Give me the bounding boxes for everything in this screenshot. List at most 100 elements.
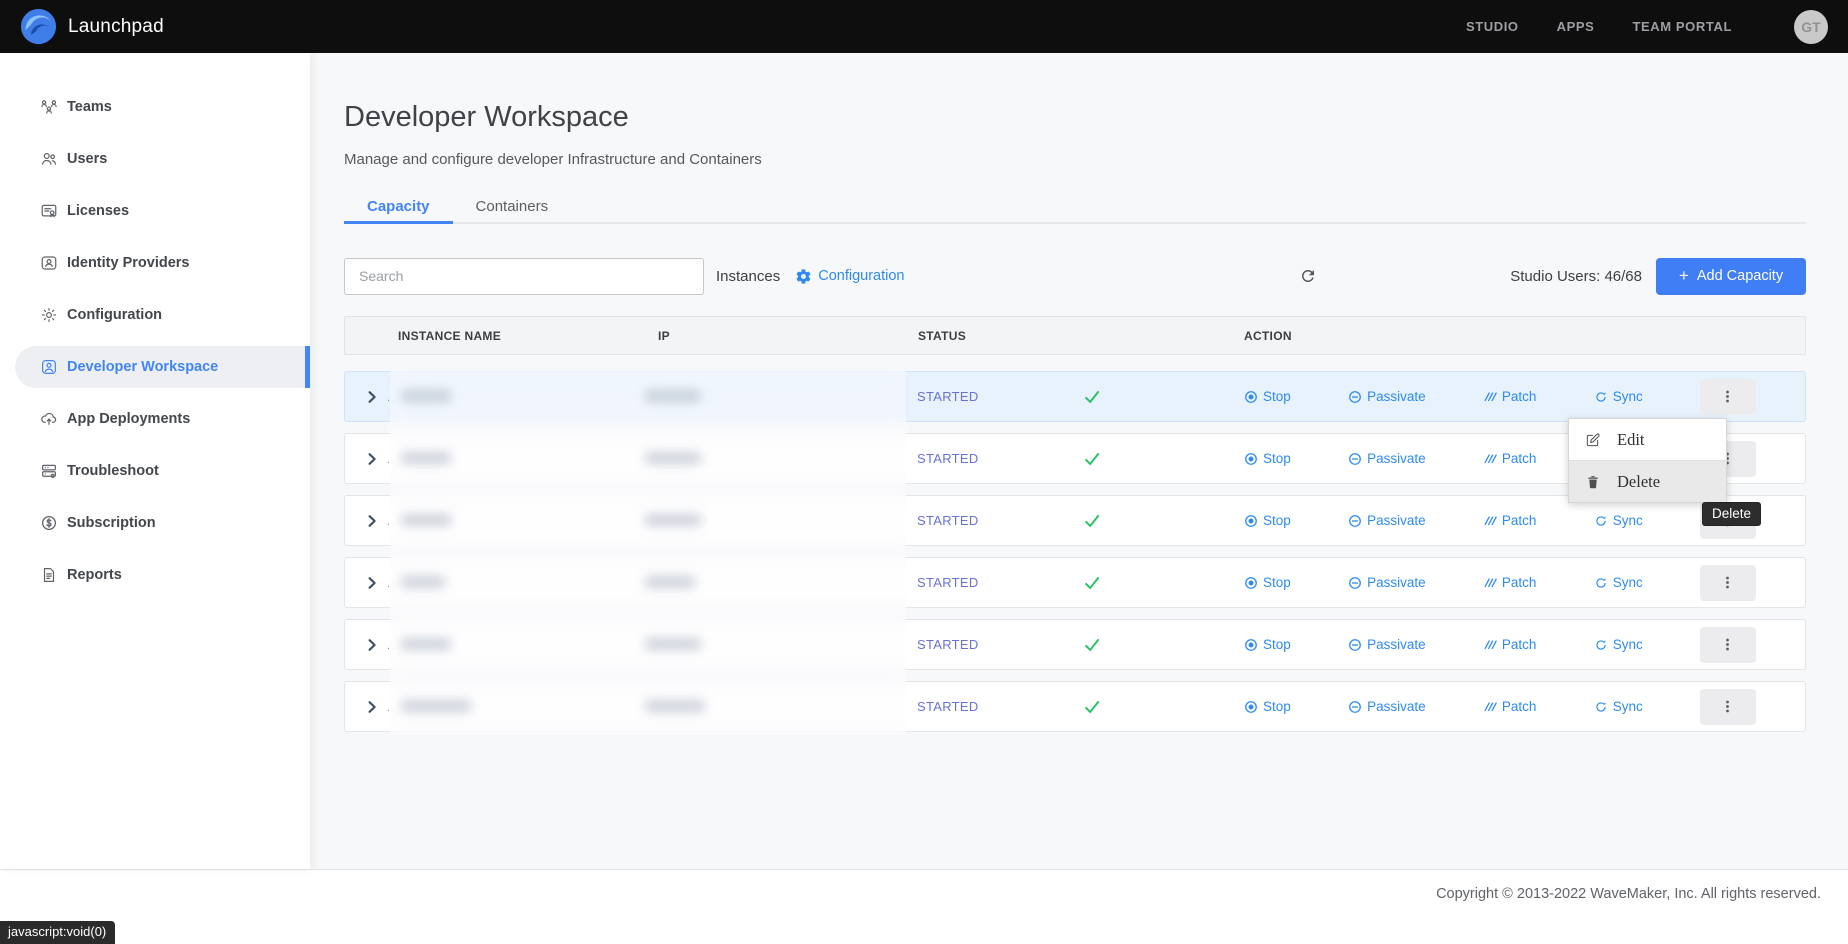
success-check-icon (1083, 698, 1101, 716)
passivate-icon (1348, 576, 1362, 590)
stop-icon (1244, 700, 1258, 714)
licenses-icon (40, 202, 58, 220)
passivate-action[interactable]: Passivate (1348, 699, 1426, 714)
passivate-action[interactable]: Passivate (1348, 389, 1426, 404)
passivate-icon (1348, 700, 1362, 714)
expand-chevron-icon[interactable] (365, 514, 379, 528)
search-input[interactable] (344, 258, 704, 295)
status-text: STARTED (917, 389, 1083, 404)
patch-icon (1483, 638, 1497, 652)
sidebar-item-troubleshoot[interactable]: Troubleshoot (0, 445, 310, 497)
kebab-icon (1720, 389, 1735, 404)
sync-action[interactable]: Sync (1594, 513, 1643, 528)
sidebar-item-subscription[interactable]: Subscription (0, 497, 310, 549)
tab-containers[interactable]: Containers (453, 190, 572, 222)
patch-action[interactable]: Patch (1483, 575, 1537, 590)
stop-action[interactable]: Stop (1244, 575, 1291, 590)
kebab-menu-button[interactable] (1700, 379, 1756, 415)
patch-icon (1483, 452, 1497, 466)
table-row[interactable]: .. STARTED Stop Passivate Patch Sync (344, 557, 1806, 608)
user-avatar[interactable]: GT (1794, 10, 1828, 44)
redacted-instance-name: .. (387, 516, 397, 528)
sync-action[interactable]: Sync (1594, 575, 1643, 590)
patch-action[interactable]: Patch (1483, 451, 1537, 466)
passivate-icon (1348, 390, 1362, 404)
table-row[interactable]: .. STARTED Stop Passivate Patch Sync (344, 619, 1806, 670)
passivate-action[interactable]: Passivate (1348, 513, 1426, 528)
col-instance-name: INSTANCE NAME (387, 329, 647, 343)
sidebar-item-app-deployments[interactable]: App Deployments (0, 393, 310, 445)
delete-tooltip: Delete (1702, 502, 1761, 526)
stop-action[interactable]: Stop (1244, 389, 1291, 404)
instances-toolbar: Instances Configuration Studio Users: 46… (344, 257, 1806, 295)
refresh-icon (1299, 267, 1317, 285)
sidebar-item-teams[interactable]: Teams (0, 81, 310, 133)
passivate-action[interactable]: Passivate (1348, 451, 1426, 466)
kebab-icon (1720, 637, 1735, 652)
nav-studio-link[interactable]: STUDIO (1466, 19, 1519, 34)
redacted-instance-name: .. (387, 392, 397, 404)
status-text: STARTED (917, 451, 1083, 466)
sync-action[interactable]: Sync (1594, 699, 1643, 714)
stop-action[interactable]: Stop (1244, 699, 1291, 714)
sidebar-item-reports[interactable]: Reports (0, 549, 310, 601)
stop-icon (1244, 576, 1258, 590)
expand-chevron-icon[interactable] (365, 576, 379, 590)
patch-action[interactable]: Patch (1483, 513, 1537, 528)
top-bar: Launchpad STUDIO APPS TEAM PORTAL GT (0, 0, 1848, 53)
sidebar-item-developer-workspace[interactable]: Developer Workspace (0, 341, 310, 393)
table-row[interactable]: .. STARTED Stop Passivate Patch Sync (344, 371, 1806, 422)
stop-action[interactable]: Stop (1244, 513, 1291, 528)
stop-icon (1244, 390, 1258, 404)
configuration-icon (40, 306, 58, 324)
passivate-action[interactable]: Passivate (1348, 637, 1426, 652)
sidebar-item-users[interactable]: Users (0, 133, 310, 185)
page-title: Developer Workspace (344, 101, 629, 134)
identity-providers-icon (40, 254, 58, 272)
sync-action[interactable]: Sync (1594, 389, 1643, 404)
menu-item-delete[interactable]: Delete (1569, 460, 1726, 502)
expand-chevron-icon[interactable] (365, 390, 379, 404)
configuration-link[interactable]: Configuration (795, 268, 904, 285)
sidebar-item-configuration[interactable]: Configuration (0, 289, 310, 341)
kebab-menu-button[interactable] (1700, 689, 1756, 725)
passivate-action[interactable]: Passivate (1348, 575, 1426, 590)
patch-action[interactable]: Patch (1483, 637, 1537, 652)
redacted-instance-name: .. (387, 640, 397, 652)
stop-action[interactable]: Stop (1244, 451, 1291, 466)
nav-team-portal-link[interactable]: TEAM PORTAL (1632, 19, 1732, 34)
success-check-icon (1083, 450, 1101, 468)
expand-chevron-icon[interactable] (365, 700, 379, 714)
add-capacity-button[interactable]: + Add Capacity (1656, 258, 1806, 295)
tab-capacity[interactable]: Capacity (344, 190, 453, 222)
patch-icon (1483, 576, 1497, 590)
col-action: ACTION (1233, 329, 1805, 343)
patch-icon (1483, 514, 1497, 528)
success-check-icon (1083, 574, 1101, 592)
expand-chevron-icon[interactable] (365, 638, 379, 652)
developer-workspace-icon (40, 358, 58, 376)
brand[interactable]: Launchpad (20, 8, 164, 45)
kebab-menu-button[interactable] (1700, 565, 1756, 601)
users-icon (40, 150, 58, 168)
plus-icon: + (1679, 266, 1689, 286)
refresh-button[interactable] (1299, 267, 1317, 285)
patch-action[interactable]: Patch (1483, 389, 1537, 404)
patch-icon (1483, 700, 1497, 714)
brand-name: Launchpad (68, 16, 164, 38)
stop-action[interactable]: Stop (1244, 637, 1291, 652)
table-row[interactable]: .. STARTED Stop Passivate Patch Sync (344, 681, 1806, 732)
expand-chevron-icon[interactable] (365, 452, 379, 466)
sidebar-item-identity-providers[interactable]: Identity Providers (0, 237, 310, 289)
redacted-instance-name: .. (387, 454, 397, 466)
sidebar-item-licenses[interactable]: Licenses (0, 185, 310, 237)
stop-icon (1244, 638, 1258, 652)
kebab-icon (1720, 575, 1735, 590)
kebab-menu-button[interactable] (1700, 627, 1756, 663)
table-header: INSTANCE NAME IP STATUS ACTION (344, 316, 1806, 355)
menu-item-edit[interactable]: Edit (1569, 419, 1726, 460)
footer: Copyright © 2013-2022 WaveMaker, Inc. Al… (0, 869, 1848, 944)
sync-action[interactable]: Sync (1594, 637, 1643, 652)
patch-action[interactable]: Patch (1483, 699, 1537, 714)
nav-apps-link[interactable]: APPS (1557, 19, 1595, 34)
